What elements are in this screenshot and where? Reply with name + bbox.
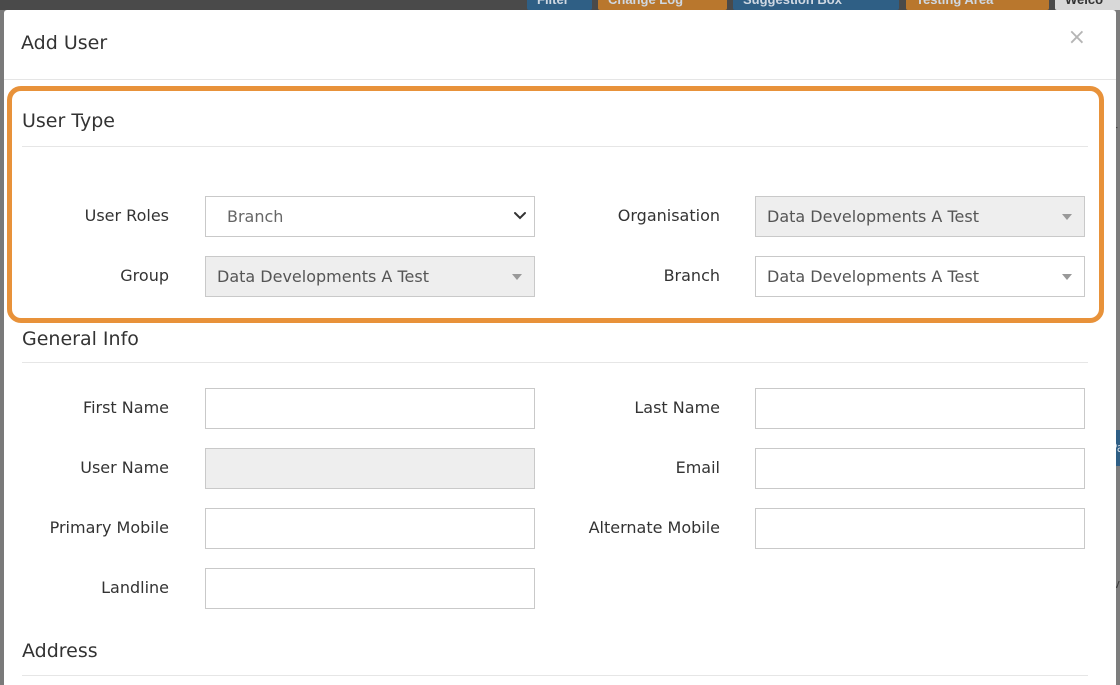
user-name-label: User Name bbox=[80, 458, 169, 477]
section-title-general-info: General Info bbox=[22, 328, 139, 350]
change-log-button: Change Log bbox=[598, 0, 727, 10]
testing-area-button: Testing Area bbox=[906, 0, 1049, 10]
caret-down-icon bbox=[1062, 274, 1072, 280]
user-roles-label: User Roles bbox=[84, 206, 169, 225]
caret-down-icon bbox=[512, 274, 522, 280]
modal-title: Add User bbox=[21, 32, 108, 54]
landline-label: Landline bbox=[101, 578, 169, 597]
user-roles-select[interactable]: Branch bbox=[205, 196, 535, 237]
email-field bbox=[755, 448, 1085, 489]
organisation-select[interactable]: Data Developments A Test bbox=[755, 196, 1085, 237]
last-name-input[interactable] bbox=[756, 389, 1084, 428]
last-name-field bbox=[755, 388, 1085, 429]
section-title-user-type: User Type bbox=[22, 110, 115, 132]
alternate-mobile-field bbox=[755, 508, 1085, 549]
branch-select[interactable]: Data Developments A Test bbox=[755, 256, 1085, 297]
first-name-label: First Name bbox=[83, 398, 169, 417]
landline-input[interactable] bbox=[206, 569, 534, 608]
suggestion-box-button: Suggestion Box bbox=[733, 0, 899, 10]
welcome-menu: Welco bbox=[1055, 0, 1120, 10]
group-value: Data Developments A Test bbox=[217, 267, 429, 286]
organisation-label: Organisation bbox=[617, 206, 720, 225]
landline-field bbox=[205, 568, 535, 609]
user-name-input[interactable] bbox=[206, 449, 534, 488]
section-divider bbox=[22, 362, 1088, 363]
email-input[interactable] bbox=[756, 449, 1084, 488]
primary-mobile-field bbox=[205, 508, 535, 549]
filter-button: Filter bbox=[527, 0, 592, 10]
section-title-address: Address bbox=[22, 640, 98, 662]
user-roles-value: Branch bbox=[227, 207, 284, 226]
first-name-input[interactable] bbox=[206, 389, 534, 428]
first-name-field bbox=[205, 388, 535, 429]
branch-value: Data Developments A Test bbox=[767, 267, 979, 286]
close-icon[interactable]: × bbox=[1068, 26, 1086, 50]
alternate-mobile-label: Alternate Mobile bbox=[588, 518, 720, 537]
email-label: Email bbox=[675, 458, 720, 477]
background-toolbar: Filter Change Log Suggestion Box Testing… bbox=[0, 0, 1120, 10]
last-name-label: Last Name bbox=[634, 398, 720, 417]
primary-mobile-label: Primary Mobile bbox=[49, 518, 169, 537]
group-select[interactable]: Data Developments A Test bbox=[205, 256, 535, 297]
chevron-down-icon bbox=[514, 212, 526, 220]
section-divider bbox=[22, 675, 1088, 676]
branch-label: Branch bbox=[663, 266, 720, 285]
primary-mobile-input[interactable] bbox=[206, 509, 534, 548]
add-user-modal: Add User × User Type User Roles Branch O… bbox=[4, 10, 1116, 685]
user-name-field bbox=[205, 448, 535, 489]
section-divider bbox=[22, 146, 1088, 147]
alternate-mobile-input[interactable] bbox=[756, 509, 1084, 548]
modal-header: Add User × bbox=[4, 10, 1116, 80]
organisation-value: Data Developments A Test bbox=[767, 207, 979, 226]
group-label: Group bbox=[120, 266, 169, 285]
caret-down-icon bbox=[1062, 214, 1072, 220]
